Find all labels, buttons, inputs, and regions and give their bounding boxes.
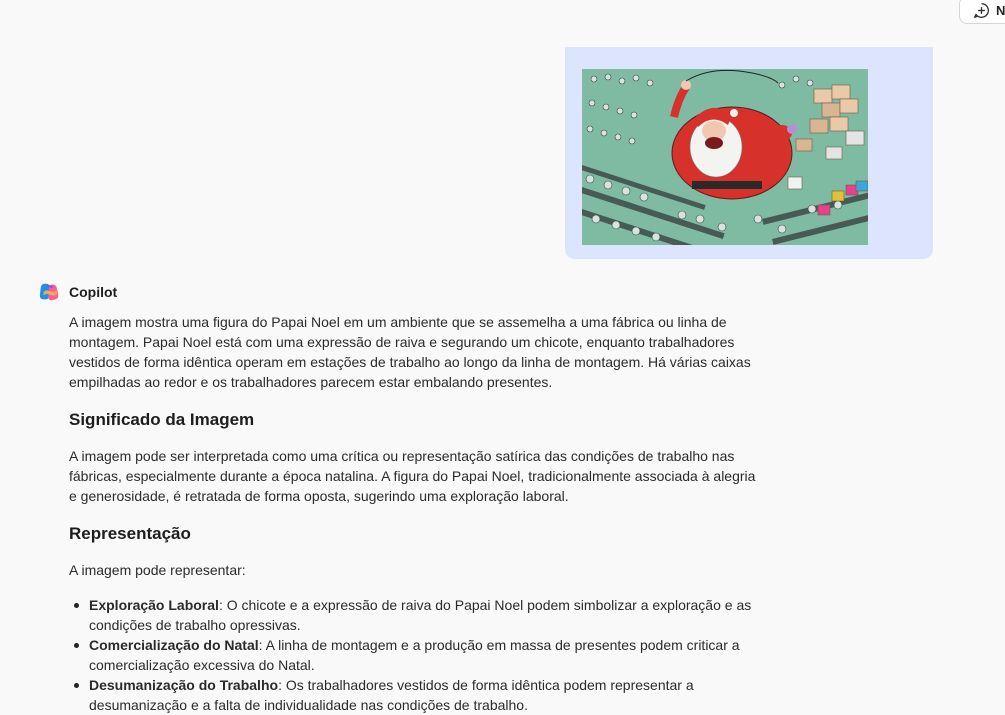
new-chat-button[interactable]: N bbox=[959, 0, 1005, 24]
new-chat-label: N bbox=[996, 2, 1005, 18]
list-item-title: Exploração Laboral bbox=[89, 597, 219, 613]
heading-significado: Significado da Imagem bbox=[69, 410, 255, 429]
list-item: Comercialização do Natal: A linha de mon… bbox=[74, 635, 759, 675]
representacao-intro: A imagem pode representar: bbox=[69, 562, 246, 578]
assistant-header: Copilot bbox=[38, 281, 117, 303]
list-item: Desumanização do Trabalho: Os trabalhado… bbox=[74, 675, 759, 715]
significado-paragraph: A imagem pode ser interpretada como uma … bbox=[69, 448, 756, 504]
list-item-title: Comercialização do Natal bbox=[89, 637, 259, 653]
assistant-response: A imagem mostra uma figura do Papai Noel… bbox=[69, 312, 759, 715]
list-item: Exploração Laboral: O chicote e a expres… bbox=[74, 595, 759, 635]
add-chat-icon bbox=[974, 2, 990, 18]
attached-image[interactable] bbox=[582, 69, 868, 245]
assistant-name: Copilot bbox=[69, 284, 118, 300]
user-message-bubble bbox=[565, 47, 933, 259]
list-item-title: Desumanização do Trabalho bbox=[89, 677, 279, 693]
heading-representacao: Representação bbox=[69, 524, 191, 543]
intro-paragraph: A imagem mostra uma figura do Papai Noel… bbox=[69, 314, 751, 390]
copilot-logo-icon bbox=[39, 283, 59, 301]
representation-list: Exploração Laboral: O chicote e a expres… bbox=[69, 595, 759, 715]
